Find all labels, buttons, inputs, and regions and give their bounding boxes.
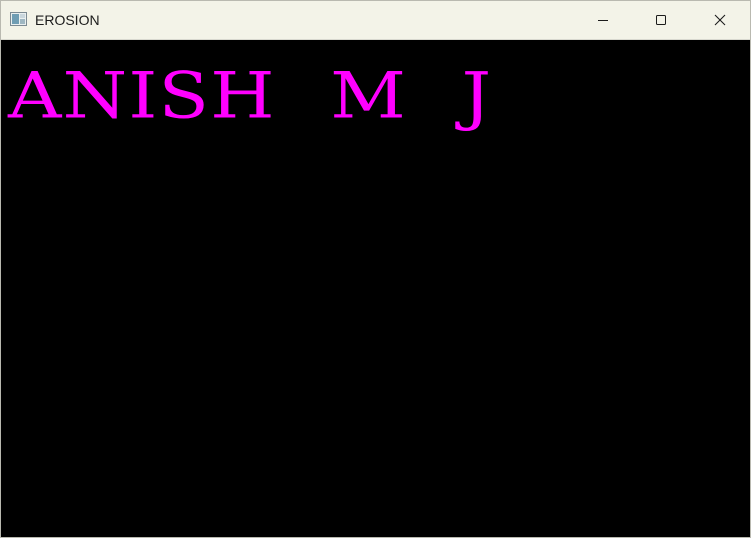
minimize-button[interactable]: [580, 1, 626, 39]
minimize-icon: [597, 14, 609, 26]
title-bar[interactable]: EROSION: [1, 1, 750, 40]
maximize-button[interactable]: [638, 1, 684, 39]
erosion-speck: [327, 100, 331, 104]
close-button[interactable]: [697, 1, 743, 39]
window-title: EROSION: [35, 12, 100, 28]
image-display: ANISH M J: [1, 40, 750, 537]
erosion-speck: [214, 109, 218, 112]
close-icon: [714, 14, 726, 26]
erosion-speck: [27, 114, 32, 118]
eroded-name-text: ANISH M J: [8, 58, 493, 133]
maximize-icon: [655, 14, 667, 26]
image-window-icon: [10, 12, 27, 26]
app-window: EROSION ANISH M J: [0, 0, 751, 538]
erosion-speck: [411, 117, 416, 121]
